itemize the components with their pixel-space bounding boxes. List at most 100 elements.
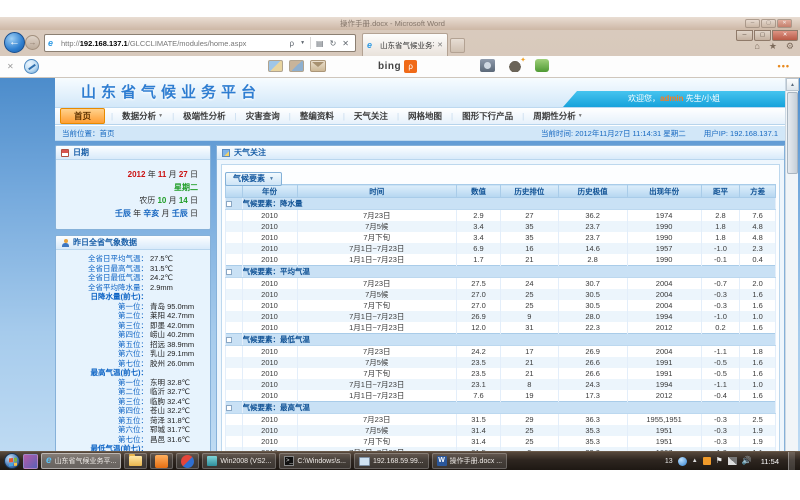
table-row[interactable]: 20107月下旬27.02530.52004-0.31.6: [226, 300, 776, 311]
column-header[interactable]: 年份: [242, 185, 297, 198]
globe-icon[interactable]: [678, 457, 687, 466]
photo-card-icon[interactable]: [289, 60, 304, 72]
speaker-icon[interactable]: 🔊: [742, 457, 752, 465]
site-header: 山东省气候业务平台 欢迎您，admin 先生/小姐: [55, 78, 785, 108]
taskbar-word-button[interactable]: W 操作手册.docx ...: [432, 453, 508, 469]
table-row[interactable]: 20107月23日31.52936.31955,1951-0.32.5: [226, 414, 776, 426]
group-checkbox[interactable]: [226, 269, 232, 275]
column-header[interactable]: 距平: [701, 185, 740, 198]
close-icon[interactable]: ✕: [772, 30, 798, 41]
back-button[interactable]: ←: [4, 32, 25, 53]
table-row[interactable]: 20107月1日~7月23日26.9928.01994-1.01.0: [226, 311, 776, 322]
toolbar-close-icon[interactable]: ✕: [7, 62, 14, 71]
pinned-app-icon[interactable]: [23, 454, 38, 469]
nav-item-7[interactable]: 图形下行产品: [453, 110, 522, 122]
address-bar[interactable]: e http://192.168.137.1/GLCCLIMATE/module…: [44, 34, 356, 52]
settings-gear-icon[interactable]: ⚙: [786, 41, 794, 52]
table-row[interactable]: 20107月1日~7月23日6.91614.61957-1.02.3: [226, 243, 776, 254]
nav-item-4[interactable]: 整编资料: [291, 110, 343, 122]
tray-expand-icon[interactable]: ▲: [692, 458, 698, 464]
column-header[interactable]: 历史极值: [558, 185, 627, 198]
paw-icon[interactable]: [508, 59, 522, 72]
nav-item-6[interactable]: 网格地图: [399, 110, 451, 122]
table-row[interactable]: 20107月下旬3.43523.719901.84.8: [226, 232, 776, 243]
table-row[interactable]: 20107月23日24.21726.92004-1.11.8: [226, 346, 776, 358]
column-header[interactable]: 出现年份: [627, 185, 701, 198]
search-icon[interactable]: ρ: [287, 39, 298, 48]
table-row[interactable]: 20107月5候31.42535.31951-0.31.9: [226, 425, 776, 436]
scrollbar-thumb[interactable]: [787, 92, 798, 174]
nav-item-2[interactable]: 极端性分析: [174, 110, 235, 122]
nav-menu: 首页|数据分析▼|极端性分析|灾害查询|整编资料|天气关注|网格地图|图形下行产…: [55, 108, 785, 125]
list-item: 最高气温(前七)：: [56, 368, 208, 378]
browser-tab[interactable]: e 山东省气候业务平... ✕: [362, 33, 448, 56]
scroll-up-icon[interactable]: ▲: [786, 78, 799, 91]
current-time: 当前时间: 2012年11月27日 11:14:31 星期二: [541, 128, 686, 139]
action-center-flag-icon[interactable]: ⚑: [716, 457, 723, 465]
table-row[interactable]: 20107月23日27.52430.72004-0.72.0: [226, 278, 776, 290]
taskbar-media-button[interactable]: [150, 453, 173, 469]
nav-item-0[interactable]: 首页: [60, 108, 105, 124]
taskbar-explorer-button[interactable]: [124, 453, 147, 469]
chrome-toolbar-icons: ⌂ ★ ⚙: [754, 41, 794, 52]
stop-icon[interactable]: ✕: [339, 39, 352, 48]
photo-card-icon[interactable]: [268, 60, 283, 72]
nav-item-8[interactable]: 周期性分析▼: [524, 110, 591, 122]
column-header[interactable]: 历史排位: [501, 185, 559, 198]
list-item: 第四位：崂山 40.2mm: [56, 330, 208, 340]
climate-element-button[interactable]: 气候要素 ▼: [225, 172, 282, 186]
table-row[interactable]: 20107月下旬31.42535.31951-0.31.9: [226, 436, 776, 447]
new-tab-button[interactable]: [450, 38, 465, 53]
taskbar-remote-button[interactable]: 192.168.59.99...: [354, 453, 429, 469]
camera-icon[interactable]: [480, 59, 495, 72]
table-row[interactable]: 20107月5候27.02530.52004-0.31.6: [226, 289, 776, 300]
more-options-icon[interactable]: •••: [778, 61, 790, 71]
table-row[interactable]: 20107月下旬23.52126.61991-0.51.6: [226, 368, 776, 379]
weather-panel-header: 天气关注: [217, 146, 784, 160]
taskbar-player-button[interactable]: [176, 453, 199, 469]
compatibility-icon[interactable]: ▤: [313, 39, 327, 48]
favorites-star-icon[interactable]: ★: [769, 41, 777, 52]
close-icon[interactable]: ✕: [777, 19, 792, 28]
minimize-icon[interactable]: ─: [745, 19, 760, 28]
column-header[interactable]: 方差: [740, 185, 776, 198]
taskbar-cmd-button[interactable]: >_ C:\Windows\s...: [279, 453, 351, 469]
tab-close-icon[interactable]: ✕: [437, 41, 443, 49]
column-header[interactable]: 数值: [457, 185, 501, 198]
bing-search-widget[interactable]: bing ρ: [378, 60, 417, 73]
nav-item-1[interactable]: 数据分析▼: [113, 110, 172, 122]
vm-icon: [207, 456, 217, 466]
taskbar-vm-button[interactable]: Win2008 (VS2...: [202, 453, 276, 469]
group-checkbox[interactable]: [226, 337, 232, 343]
table-row[interactable]: 20107月1日~7月23日23.1824.31994-1.11.0: [226, 379, 776, 390]
column-header[interactable]: 时间: [297, 185, 457, 198]
page-scrollbar[interactable]: ▲ ▼: [785, 78, 798, 470]
show-desktop-button[interactable]: [788, 452, 795, 471]
table-row[interactable]: 20101月1日~7月23日12.03122.320120.21.6: [226, 322, 776, 334]
nav-item-5[interactable]: 天气关注: [345, 110, 397, 122]
taskbar-ie-button[interactable]: e 山东省气候业务平...: [41, 453, 121, 469]
bing-search-icon[interactable]: ρ: [404, 60, 417, 73]
maximize-icon[interactable]: ▢: [754, 30, 771, 41]
group-checkbox[interactable]: [226, 201, 232, 207]
forward-button[interactable]: →: [25, 35, 40, 50]
table-row[interactable]: 20107月5候3.43523.719901.84.8: [226, 221, 776, 232]
table-row[interactable]: 20107月23日2.92736.219742.87.6: [226, 210, 776, 222]
table-row[interactable]: 20107月5候23.52126.61991-0.51.6: [226, 357, 776, 368]
home-icon[interactable]: ⌂: [754, 41, 759, 52]
url-text[interactable]: http://192.168.137.1/GLCCLIMATE/modules/…: [61, 39, 287, 48]
maximize-icon[interactable]: ▢: [761, 19, 776, 28]
mail-icon[interactable]: [310, 60, 326, 72]
refresh-icon[interactable]: ↻: [327, 39, 340, 48]
minimize-icon[interactable]: ─: [736, 30, 753, 41]
tray-orange-icon[interactable]: [703, 457, 711, 465]
nav-item-3[interactable]: 灾害查询: [237, 110, 289, 122]
chevron-down-icon[interactable]: ▼: [297, 40, 308, 46]
group-checkbox[interactable]: [226, 405, 232, 411]
table-row[interactable]: 20101月1日~7月23日7.61917.32012-0.41.6: [226, 390, 776, 402]
toolbar-logo-icon[interactable]: [24, 59, 39, 74]
network-icon[interactable]: [728, 457, 737, 465]
addon-puzzle-icon[interactable]: [535, 59, 549, 72]
start-button[interactable]: [4, 453, 20, 469]
table-row[interactable]: 20101月1日~7月23日1.7212.81990-0.10.4: [226, 254, 776, 266]
